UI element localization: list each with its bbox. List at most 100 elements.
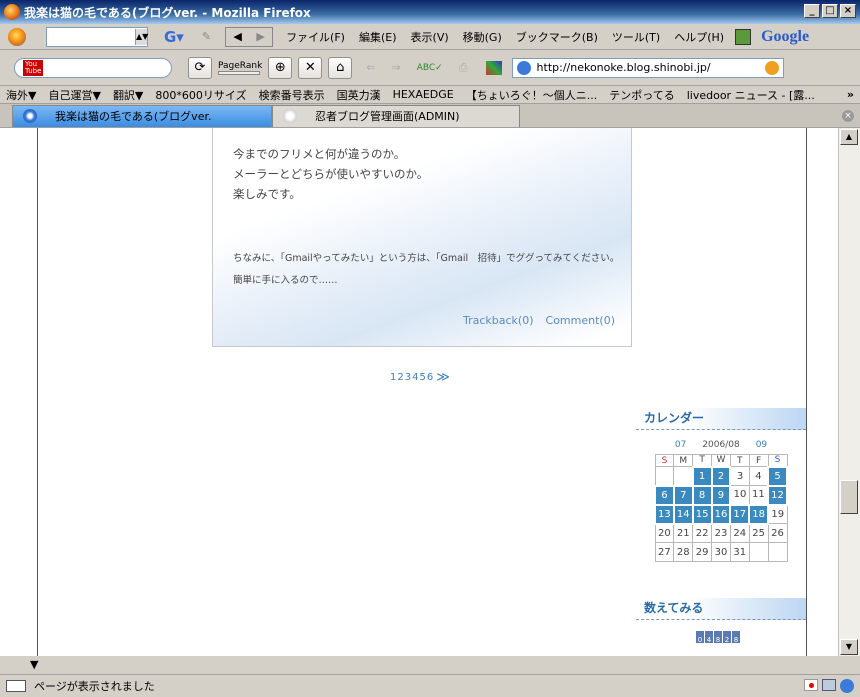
page-link[interactable]: 5 — [420, 372, 426, 383]
image-icon[interactable] — [485, 60, 502, 75]
calendar-day[interactable]: 13 — [654, 503, 675, 525]
bookmark-item[interactable]: 自己運営▼ — [48, 87, 100, 103]
comment-link[interactable]: Comment(0) — [546, 314, 615, 327]
bookmarks-overflow-icon[interactable]: » — [847, 88, 854, 101]
url-bar[interactable]: http://nekonoke.blog.shinobi.jp/ — [511, 57, 784, 78]
close-button[interactable]: × — [840, 4, 856, 18]
reload-button[interactable]: ⟳ — [188, 56, 212, 79]
calendar-day: 28 — [673, 542, 694, 562]
bookmark-item[interactable]: 800*600リサイズ — [155, 87, 246, 103]
close-tab-icon[interactable]: × — [842, 109, 854, 122]
counter-digit: 8 — [732, 631, 740, 644]
calendar-day[interactable]: 16 — [710, 503, 732, 525]
tab-admin[interactable]: 忍者ブログ管理画面(ADMIN) — [272, 104, 520, 127]
next-page-link[interactable]: ≫ — [436, 370, 450, 385]
next-page-icon[interactable]: ⇒ — [392, 61, 401, 74]
calendar-day[interactable]: 8 — [691, 484, 713, 506]
highlight-icon[interactable]: ✎ — [202, 30, 211, 43]
bookmark-item[interactable]: HEXAEDGE — [393, 88, 454, 101]
status-text: ページが表示されました — [34, 680, 155, 693]
back-forward-buttons[interactable]: ◀ ▶ — [225, 26, 274, 47]
calendar-heading: カレンダー — [636, 408, 806, 430]
calendar-prev-link[interactable]: 07 — [675, 440, 686, 450]
calendar-day: 27 — [654, 542, 675, 562]
calendar-day: 30 — [711, 542, 731, 562]
tab-blog-label: 我楽は猫の毛である(ブログver. — [55, 110, 212, 123]
calendar-day[interactable]: 6 — [654, 484, 675, 506]
search-combo[interactable]: ▲▼ — [46, 26, 148, 47]
google-logo: Google — [761, 27, 810, 45]
extension-icon[interactable] — [735, 28, 752, 45]
menu-item[interactable]: 移動(G) — [463, 29, 502, 45]
youtube-search-field[interactable]: You Tube — [14, 57, 172, 78]
menu-item[interactable]: ヘルプ(H) — [674, 29, 724, 45]
prev-arrow-icon[interactable]: ◀ — [226, 28, 249, 46]
bookmark-item[interactable]: 翻訳▼ — [113, 87, 143, 103]
status-bar: ページが表示されました — [0, 674, 860, 697]
calendar-day[interactable]: 18 — [748, 503, 770, 525]
bookmark-item[interactable]: 検索番号表示 — [259, 87, 325, 103]
tab-bar: 我楽は猫の毛である(ブログver. 忍者ブログ管理画面(ADMIN) × — [0, 104, 860, 128]
new-tab-button[interactable]: ⊕ — [268, 56, 293, 79]
calendar-day[interactable]: 2 — [710, 465, 732, 487]
print-icon[interactable]: ⎙ — [459, 61, 468, 75]
bookmark-item[interactable]: 国英力漢 — [337, 87, 381, 103]
counter-digit: 4 — [705, 631, 713, 644]
calendar-day[interactable]: 12 — [767, 484, 788, 506]
calendar-day — [673, 466, 694, 486]
stop-button[interactable]: ✕ — [298, 56, 323, 79]
page-link[interactable]: 2 — [397, 372, 403, 383]
page-link[interactable]: 1 — [390, 372, 396, 383]
firefox-icon — [4, 4, 20, 20]
counter-digit: 2 — [723, 631, 731, 644]
menu-item[interactable]: ファイル(F) — [286, 29, 345, 45]
scroll-up-button[interactable]: ▲ — [840, 129, 858, 145]
calendar: 07 2006/08 09 S M T W T F S 1 2 3 4 5 6 7 8 9 10 11 12 13 14… — [654, 440, 788, 562]
calendar-day[interactable]: 9 — [710, 484, 732, 506]
maximize-button[interactable]: □ — [822, 4, 838, 18]
pagerank-widget: PageRank — [218, 61, 262, 75]
next-arrow-icon[interactable]: ▶ — [249, 28, 272, 46]
calendar-day[interactable]: 17 — [729, 503, 751, 525]
menu-item[interactable]: ツール(T) — [612, 29, 660, 45]
weekday-label: S — [654, 454, 675, 467]
trackback-link[interactable]: Trackback(0) — [463, 314, 534, 327]
tab-blog[interactable]: 我楽は猫の毛である(ブログver. — [12, 104, 272, 127]
calendar-day: 10 — [729, 485, 750, 505]
menu-item[interactable]: 編集(E) — [359, 29, 397, 45]
bookmark-item[interactable]: テンポってる — [609, 87, 674, 103]
page-link[interactable]: 3 — [405, 372, 411, 383]
scroll-down-button[interactable]: ▼ — [840, 639, 858, 655]
page-link[interactable]: 4 — [412, 372, 418, 383]
google-search-icon[interactable]: G▾ — [164, 28, 184, 46]
vertical-scrollbar[interactable]: ▲ ▼ — [838, 128, 860, 656]
spellcheck-icon[interactable]: ABC✓ — [417, 63, 443, 73]
menu-item[interactable]: ブックマーク(B) — [516, 29, 598, 45]
calendar-day[interactable]: 14 — [672, 503, 694, 525]
calendar-day[interactable]: 15 — [691, 503, 713, 525]
menu-item[interactable]: 表示(V) — [411, 29, 449, 45]
calendar-day[interactable]: 7 — [672, 484, 694, 506]
dropdown-arrow-icon[interactable]: ▼ — [30, 658, 38, 671]
bookmark-item[interactable]: 海外▼ — [6, 87, 36, 103]
go-icon[interactable] — [764, 60, 779, 75]
weekday-label: T — [729, 454, 750, 467]
home-button[interactable]: ⌂ — [328, 56, 353, 79]
calendar-day[interactable]: 1 — [691, 465, 713, 487]
calendar-table: S M T W T F S 1 2 3 4 5 6 7 8 9 10 11 12 13 14 15 16 17 18 19 20 21… — [654, 454, 788, 562]
window-title: 我楽は猫の毛である(ブログver. - Mozilla Firefox — [24, 5, 311, 20]
bookmark-item[interactable]: 【ちょいろぐ！〜個人ニ... — [466, 87, 598, 103]
page-link[interactable]: 6 — [427, 372, 433, 383]
calendar-next-link[interactable]: 09 — [756, 440, 767, 450]
ie-status-icon — [840, 679, 854, 693]
calendar-day: 19 — [767, 504, 788, 524]
menubar: ▲▼ G▾ ✎ ◀ ▶ ファイル(F) 編集(E) 表示(V) 移動(G) ブックマーク… — [0, 24, 860, 50]
minimize-button[interactable]: _ — [804, 4, 820, 18]
calendar-day[interactable]: 5 — [767, 465, 788, 487]
bookmark-item[interactable]: livedoor ニュース - [露... — [687, 87, 815, 103]
prev-page-icon[interactable]: ⇐ — [366, 61, 375, 74]
window-titlebar: 我楽は猫の毛である(ブログver. - Mozilla Firefox _ □ … — [0, 0, 860, 24]
combo-dropdown-icon[interactable]: ▲▼ — [135, 28, 148, 45]
calendar-day: 23 — [711, 523, 731, 543]
scroll-thumb[interactable] — [840, 480, 858, 514]
